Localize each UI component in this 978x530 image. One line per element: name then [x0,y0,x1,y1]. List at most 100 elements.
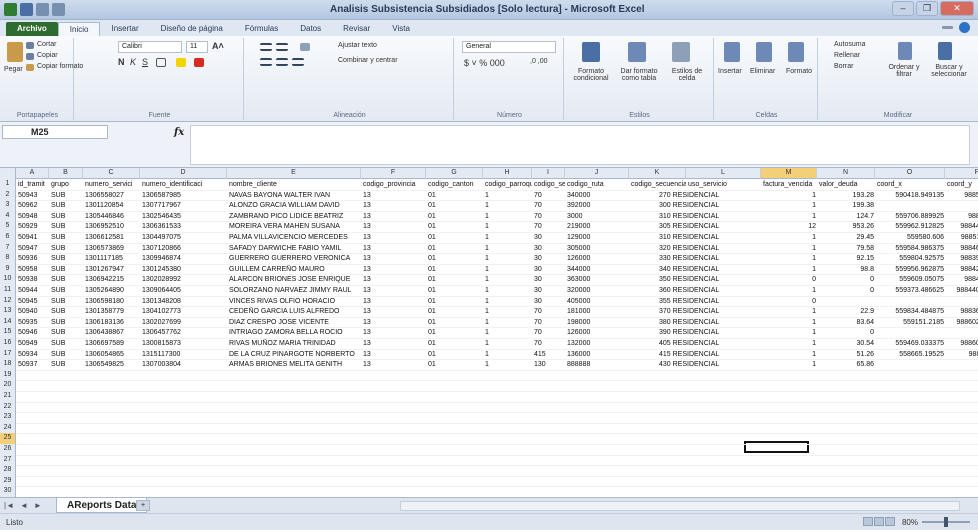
redo-icon[interactable] [52,3,65,16]
table-cell[interactable]: SUB [51,222,82,231]
prev-sheet-icon[interactable]: ◄ [20,501,28,510]
table-cell[interactable]: 1300815873 [142,339,226,348]
table-cell[interactable]: 9885929.9715 [947,191,978,200]
table-cell[interactable]: 1 [485,360,531,369]
tab-formulas[interactable]: Fórmulas [234,22,289,36]
row-header[interactable]: 19 [0,369,16,381]
table-cell[interactable]: 70 [534,191,564,200]
table-cell[interactable]: 13 [363,350,425,359]
tab-view[interactable]: Vista [381,22,421,36]
table-cell[interactable]: SUB [51,212,82,221]
table-cell[interactable]: 136000 [567,350,628,359]
align-left-icon[interactable] [260,58,272,66]
column-header-p[interactable]: P [945,168,978,179]
fx-icon[interactable]: fx [174,127,184,138]
orientation-icon[interactable] [300,43,310,51]
table-cell[interactable]: 1307120866 [142,244,226,253]
row-header[interactable]: 12 [0,295,16,307]
table-cell[interactable]: 70 [534,212,564,221]
table-cell[interactable]: SOLORZANO NARVAEZ JIMMY RAUL [229,286,360,295]
table-cell[interactable]: 01 [428,339,482,348]
table-cell[interactable]: 558665.19525 [877,350,944,359]
table-cell[interactable]: 305 RESIDENCIAL [659,222,763,231]
column-header-n[interactable]: N [817,168,875,179]
row-header[interactable]: 4 [0,210,16,222]
header-cell[interactable]: valor_deuda [819,180,875,189]
find-select-icon[interactable] [938,42,952,60]
delete-cells-icon[interactable] [756,42,772,62]
bold-button[interactable]: N [118,57,125,67]
first-sheet-icon[interactable]: |◄ [4,501,14,510]
row-header[interactable]: 30 [0,486,16,497]
grow-font-button[interactable]: A˄ [212,41,224,51]
table-cell[interactable]: 0 [763,275,816,284]
table-cell[interactable]: 50962 [18,201,48,210]
table-cell[interactable]: 1 [485,212,531,221]
table-cell[interactable]: SUB [51,297,82,306]
table-cell[interactable]: 126000 [567,254,628,263]
table-cell[interactable]: 30 [534,244,564,253]
table-cell[interactable]: 370 RESIDENCIAL [659,307,763,316]
row-header[interactable]: 13 [0,306,16,317]
row-header[interactable]: 26 [0,444,16,455]
table-cell[interactable]: 70 [534,318,564,327]
table-cell[interactable]: CEDEÑO GARCIA LUIS ALFREDO [229,307,360,316]
header-cell[interactable]: grupo [51,180,83,189]
table-cell[interactable]: 392000 [567,201,628,210]
column-header-h[interactable]: H [483,168,532,179]
row-header[interactable]: 15 [0,327,16,338]
number-format-select[interactable]: General [462,41,556,53]
table-cell[interactable]: 50958 [18,265,48,274]
table-cell[interactable]: 13 [363,275,425,284]
table-cell[interactable]: 1304102773 [142,307,226,316]
table-cell[interactable]: 953.26 [819,222,874,231]
table-cell[interactable]: 1306587985 [142,191,226,200]
row-header[interactable]: 9 [0,263,16,275]
minimize-button[interactable]: – [892,1,914,16]
table-cell[interactable]: 13 [363,265,425,274]
table-cell[interactable]: 30.54 [819,339,874,348]
table-cell[interactable]: 01 [428,212,482,221]
zoom-level[interactable]: 80% [902,518,918,527]
table-cell[interactable]: 50946 [18,328,48,337]
column-header-i[interactable]: I [532,168,565,179]
cut-button[interactable]: Cortar [37,41,56,48]
table-cell[interactable]: 1302027699 [142,318,226,327]
table-cell[interactable]: 1 [763,286,816,295]
header-cell[interactable]: nombre_cliente [229,180,361,189]
sort-filter-icon[interactable] [898,42,912,60]
table-cell[interactable]: 1 [763,201,816,210]
fill-button[interactable]: Rellenar [834,52,860,59]
insert-sheet-icon[interactable]: + [136,500,150,511]
header-cell[interactable]: factura_vencida [763,180,817,189]
table-cell[interactable]: 01 [428,360,482,369]
save-icon[interactable] [20,3,33,16]
header-cell[interactable]: codigo_secuencial [631,180,686,189]
table-cell[interactable]: 9884666.08475 [947,244,978,253]
row-header[interactable]: 5 [0,221,16,232]
table-cell[interactable]: VINCES RIVAS OLFIO HORACIO [229,297,360,306]
conditional-format-button[interactable]: Formato condicional [568,68,614,82]
name-box[interactable]: M25 [2,125,108,139]
table-cell[interactable]: 1 [485,233,531,242]
table-cell[interactable]: 310 RESIDENCIAL [659,233,763,242]
row-header[interactable]: 11 [0,285,16,296]
table-cell[interactable]: 1 [485,275,531,284]
table-cell[interactable]: 430 RESIDENCIAL [659,360,763,369]
table-cell[interactable]: MOREIRA VERA MAHEN SUSANA [229,222,360,231]
table-cell[interactable]: 30 [534,286,564,295]
delete-cells-button[interactable]: Eliminar [750,68,775,75]
find-select-button[interactable]: Buscar y seleccionar [926,64,972,78]
table-cell[interactable]: 50935 [18,318,48,327]
table-cell[interactable]: 01 [428,275,482,284]
copy-button[interactable]: Copiar [37,52,58,59]
help-icon[interactable] [959,22,970,33]
table-cell[interactable]: 50934 [18,350,48,359]
table-cell[interactable]: 124.7 [819,212,874,221]
table-cell[interactable]: 13 [363,191,425,200]
table-cell[interactable]: 1 [485,318,531,327]
table-cell[interactable]: 559962.912825 [877,222,944,231]
table-cell[interactable]: 9884261.832 [947,212,978,221]
font-color-icon[interactable] [194,58,204,67]
table-cell[interactable]: 1 [763,233,816,242]
